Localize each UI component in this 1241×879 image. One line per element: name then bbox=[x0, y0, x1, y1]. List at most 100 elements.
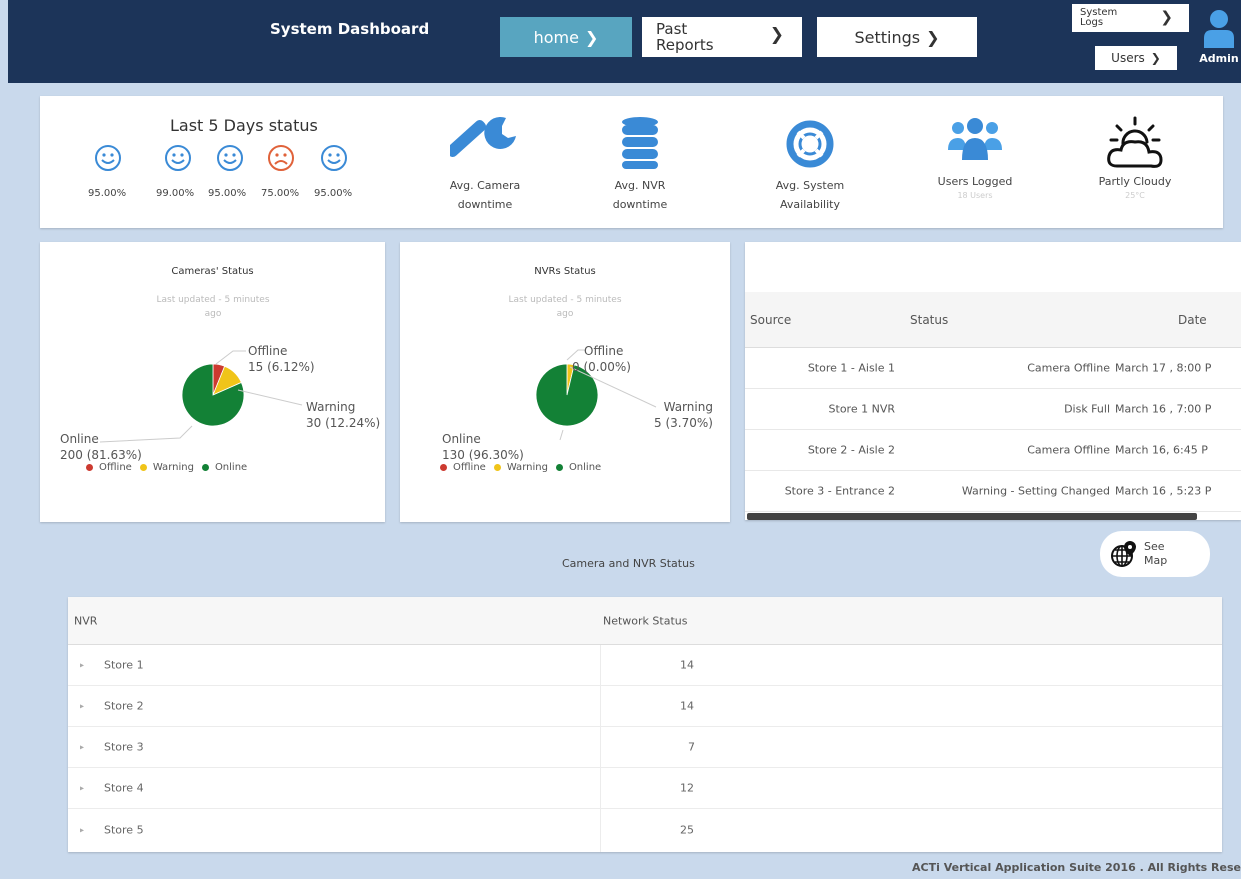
event-status: Camera Offline bbox=[1027, 361, 1110, 375]
avg-nvr-downtime-line1: Avg. NVR bbox=[614, 179, 666, 192]
event-source: Store 1 - Aisle 1 bbox=[807, 361, 895, 375]
nvrs-warning-label: Warning 5 (3.70%) bbox=[654, 399, 713, 431]
nvrs-status-panel: NVRs Status Last updated - 5 minutes ago… bbox=[400, 242, 730, 522]
avg-system-availability-line1: Avg. System bbox=[775, 179, 845, 192]
legend-warning-label: Warning bbox=[506, 462, 548, 473]
expand-row-icon[interactable]: ▸ bbox=[80, 661, 84, 670]
table-row[interactable]: Store 2 - Aisle 2 Camera Offline March 1… bbox=[745, 430, 1241, 471]
expand-row-icon[interactable]: ▸ bbox=[80, 743, 84, 752]
event-status: Camera Offline bbox=[1027, 443, 1110, 457]
user-menu[interactable]: Admin bbox=[1194, 8, 1241, 65]
cameras-online-value: 200 (81.63%) bbox=[60, 448, 142, 462]
cameras-status-panel: Cameras' Status Last updated - 5 minutes… bbox=[40, 242, 385, 522]
event-source: Store 3 - Entrance 2 bbox=[784, 484, 895, 498]
nvr-name: Store 4 bbox=[104, 781, 144, 795]
nav-past-reports-button[interactable]: Past Reports ❯ bbox=[642, 17, 802, 57]
globe-pin-icon bbox=[1111, 541, 1136, 567]
col-network-status[interactable]: Network Status bbox=[603, 614, 687, 627]
avg-system-availability-stat: Avg. System Availability bbox=[755, 116, 865, 214]
nvr-table-header: NVR Network Status bbox=[68, 597, 1222, 645]
expand-row-icon[interactable]: ▸ bbox=[80, 784, 84, 793]
nav-system-logs-button[interactable]: System Logs ❯ bbox=[1072, 4, 1189, 32]
col-date[interactable]: Date bbox=[1178, 313, 1207, 327]
event-status: Warning - Setting Changed bbox=[961, 484, 1110, 498]
see-map-button[interactable]: See Map bbox=[1100, 531, 1210, 577]
legend-warning-dot bbox=[139, 464, 147, 471]
legend-online-dot bbox=[555, 464, 563, 471]
col-nvr[interactable]: NVR bbox=[74, 614, 97, 627]
chevron-right-icon: ❯ bbox=[1150, 51, 1161, 65]
table-row[interactable]: ▸ Store 4 12 bbox=[68, 768, 1222, 809]
nvrs-warning-name: Warning bbox=[663, 400, 713, 414]
database-icon bbox=[622, 117, 658, 169]
table-row[interactable]: Store 1 NVR Disk Full March 16 , 7:00 P bbox=[745, 389, 1241, 430]
legend-warning-label: Warning bbox=[152, 462, 194, 473]
nvrs-offline-name: Offline bbox=[584, 344, 624, 358]
event-source: Store 1 NVR bbox=[828, 402, 895, 416]
nvr-name: Store 1 bbox=[104, 658, 144, 672]
avg-nvr-downtime-label: Avg. NVR downtime bbox=[585, 176, 695, 214]
cameras-online-label: Online 200 (81.63%) bbox=[60, 431, 142, 463]
legend-warning-dot bbox=[493, 464, 501, 471]
table-row[interactable]: ▸ Store 2 14 bbox=[68, 686, 1222, 727]
nvrs-online-name: Online bbox=[442, 432, 481, 446]
event-date: March 16 , 7:00 P bbox=[1115, 402, 1212, 416]
nvrs-offline-value: 0 (0.00%) bbox=[572, 360, 631, 374]
table-row[interactable]: Store 3 - Entrance 2 Warning - Setting C… bbox=[745, 471, 1241, 512]
col-status[interactable]: Status bbox=[910, 313, 948, 327]
avg-camera-downtime-label: Avg. Camera downtime bbox=[430, 176, 540, 214]
app-title: System Dashboard bbox=[270, 20, 430, 38]
day-1-percent: 95.00% bbox=[88, 188, 127, 199]
see-map-line2: Map bbox=[1144, 554, 1168, 567]
expand-row-icon[interactable]: ▸ bbox=[80, 702, 84, 711]
legend-offline-label: Offline bbox=[99, 462, 132, 473]
cameras-pie-leader-lines bbox=[99, 350, 303, 443]
nav-settings-button[interactable]: Settings ❯ bbox=[817, 17, 977, 57]
nvrs-online-value: 130 (96.30%) bbox=[442, 448, 524, 462]
nvr-status-table: NVR Network Status ▸ Store 1 14 ▸ Store … bbox=[68, 597, 1222, 852]
avg-camera-downtime-line2: downtime bbox=[457, 198, 513, 211]
cameras-warning-value: 30 (12.24%) bbox=[306, 416, 381, 430]
chevron-right-icon: ❯ bbox=[769, 25, 784, 45]
status-summary-panel: Last 5 Days status 95.00% 99.00% 95.00% … bbox=[40, 96, 1223, 228]
expand-row-icon[interactable]: ▸ bbox=[80, 825, 84, 834]
table-row[interactable]: ▸ Store 5 25 bbox=[68, 809, 1222, 850]
events-table-header: Source Status Date bbox=[745, 292, 1241, 348]
event-date: March 16 , 5:23 P bbox=[1115, 484, 1212, 498]
event-status: Disk Full bbox=[1064, 402, 1110, 416]
cameras-warning-name: Warning bbox=[306, 400, 356, 414]
avg-system-availability-label: Avg. System Availability bbox=[755, 176, 865, 214]
partly-cloudy-icon bbox=[1107, 116, 1163, 168]
nav-home-button[interactable]: home ❯ bbox=[500, 17, 632, 57]
users-logged-label: Users Logged bbox=[937, 175, 1013, 188]
cameras-offline-name: Offline bbox=[248, 344, 288, 358]
horizontal-scrollbar[interactable] bbox=[747, 513, 1197, 520]
legend-offline-label: Offline bbox=[453, 462, 486, 473]
smiley-sad-icon bbox=[268, 145, 294, 171]
table-row[interactable]: ▸ Store 3 7 bbox=[68, 727, 1222, 768]
legend-offline-dot bbox=[86, 464, 93, 471]
nvr-name: Store 2 bbox=[104, 699, 144, 713]
avg-nvr-downtime-line2: downtime bbox=[612, 198, 668, 211]
table-row[interactable]: ▸ Store 1 14 bbox=[68, 645, 1222, 686]
table-row[interactable]: Store 1 - Aisle 1 Camera Offline March 1… bbox=[745, 348, 1241, 389]
cameras-warning-label: Warning 30 (12.24%) bbox=[306, 399, 380, 431]
network-status-value: 7 bbox=[688, 740, 695, 754]
nav-past-reports-label-2: Reports bbox=[656, 36, 714, 54]
nvrs-warning-value: 5 (3.70%) bbox=[654, 416, 713, 430]
footer-copyright: ACTi Vertical Application Suite 2016 . A… bbox=[912, 861, 1241, 874]
smiley-happy-icon bbox=[321, 145, 347, 171]
cameras-offline-label: Offline 15 (6.12%) bbox=[248, 343, 315, 375]
network-status-value: 25 bbox=[680, 823, 694, 836]
avg-camera-downtime-line1: Avg. Camera bbox=[449, 179, 521, 192]
col-source[interactable]: Source bbox=[750, 313, 791, 327]
lifebuoy-icon bbox=[786, 120, 834, 168]
nav-users-button[interactable]: Users ❯ bbox=[1095, 46, 1177, 70]
smiley-happy-icon bbox=[95, 145, 121, 171]
cameras-offline-value: 15 (6.12%) bbox=[248, 360, 315, 374]
events-table: Source Status Date Store 1 - Aisle 1 Cam… bbox=[745, 242, 1241, 520]
nvr-name: Store 5 bbox=[104, 823, 144, 836]
legend-online-label: Online bbox=[568, 462, 602, 473]
nav-settings-label: Settings bbox=[854, 27, 921, 47]
user-name: Admin bbox=[1199, 52, 1239, 65]
